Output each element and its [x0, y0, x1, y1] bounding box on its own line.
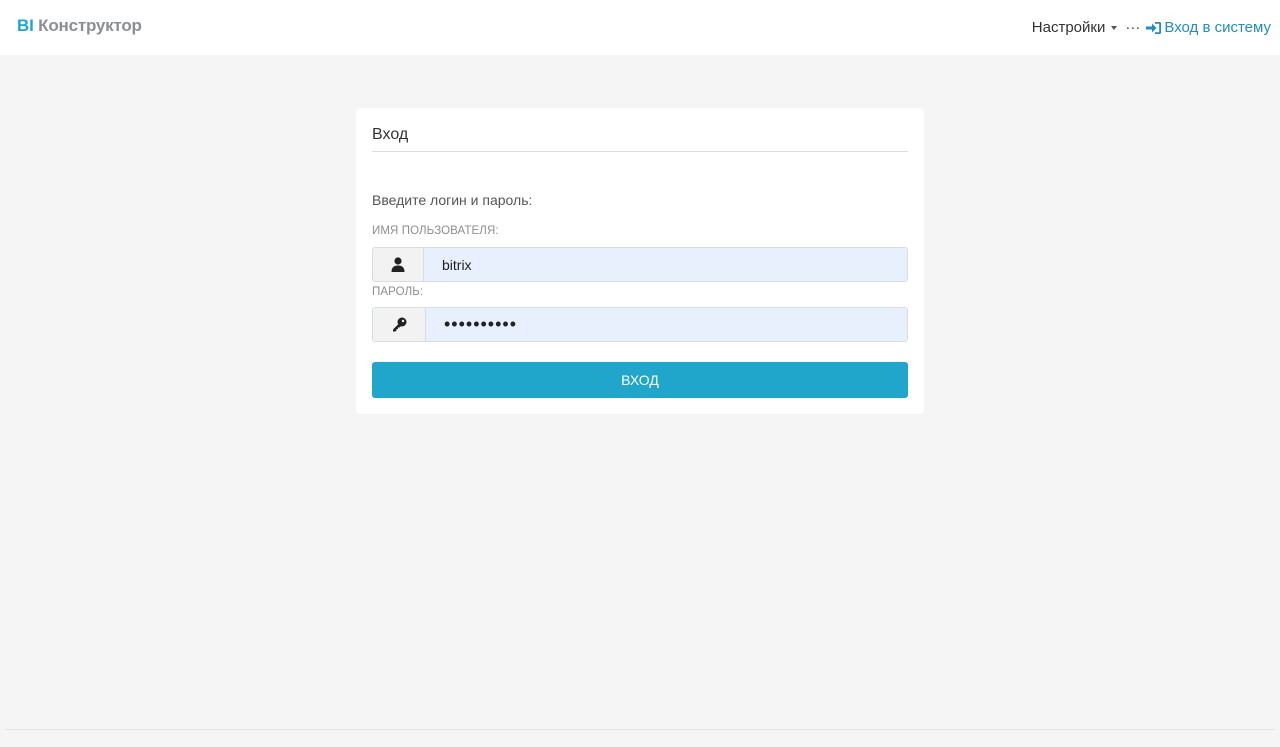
- login-title: Вход: [372, 126, 409, 143]
- nav-login-label: Вход в систему: [1164, 19, 1271, 36]
- password-input[interactable]: [426, 308, 907, 341]
- password-addon: [373, 308, 426, 341]
- key-icon: [392, 317, 406, 332]
- brand-name: Конструктор: [38, 16, 142, 35]
- nav-right: Настройки ··· Вход в систему: [1032, 18, 1271, 38]
- brand-prefix: BI: [17, 16, 34, 35]
- footer-divider: [6, 729, 1274, 730]
- caret-down-icon: [1111, 26, 1118, 30]
- user-icon: [391, 257, 405, 272]
- username-group: [372, 247, 908, 282]
- login-submit-button[interactable]: Вход: [372, 362, 908, 398]
- top-navbar: BI Конструктор Настройки ··· Вход в сист…: [0, 0, 1280, 55]
- more-menu[interactable]: ···: [1125, 18, 1140, 38]
- username-input[interactable]: [424, 248, 907, 281]
- brand-logo[interactable]: BI Конструктор: [17, 16, 142, 36]
- username-addon: [373, 248, 424, 281]
- username-label: Имя пользователя:: [372, 225, 499, 237]
- nav-login-link[interactable]: Вход в систему: [1146, 18, 1271, 38]
- settings-menu[interactable]: Настройки: [1032, 18, 1126, 38]
- sign-in-icon: [1146, 22, 1162, 34]
- login-intro: Введите логин и пароль:: [372, 192, 533, 208]
- password-group: [372, 307, 908, 342]
- settings-label: Настройки: [1031, 19, 1106, 36]
- password-label: Пароль:: [372, 286, 424, 298]
- title-divider: [372, 151, 908, 152]
